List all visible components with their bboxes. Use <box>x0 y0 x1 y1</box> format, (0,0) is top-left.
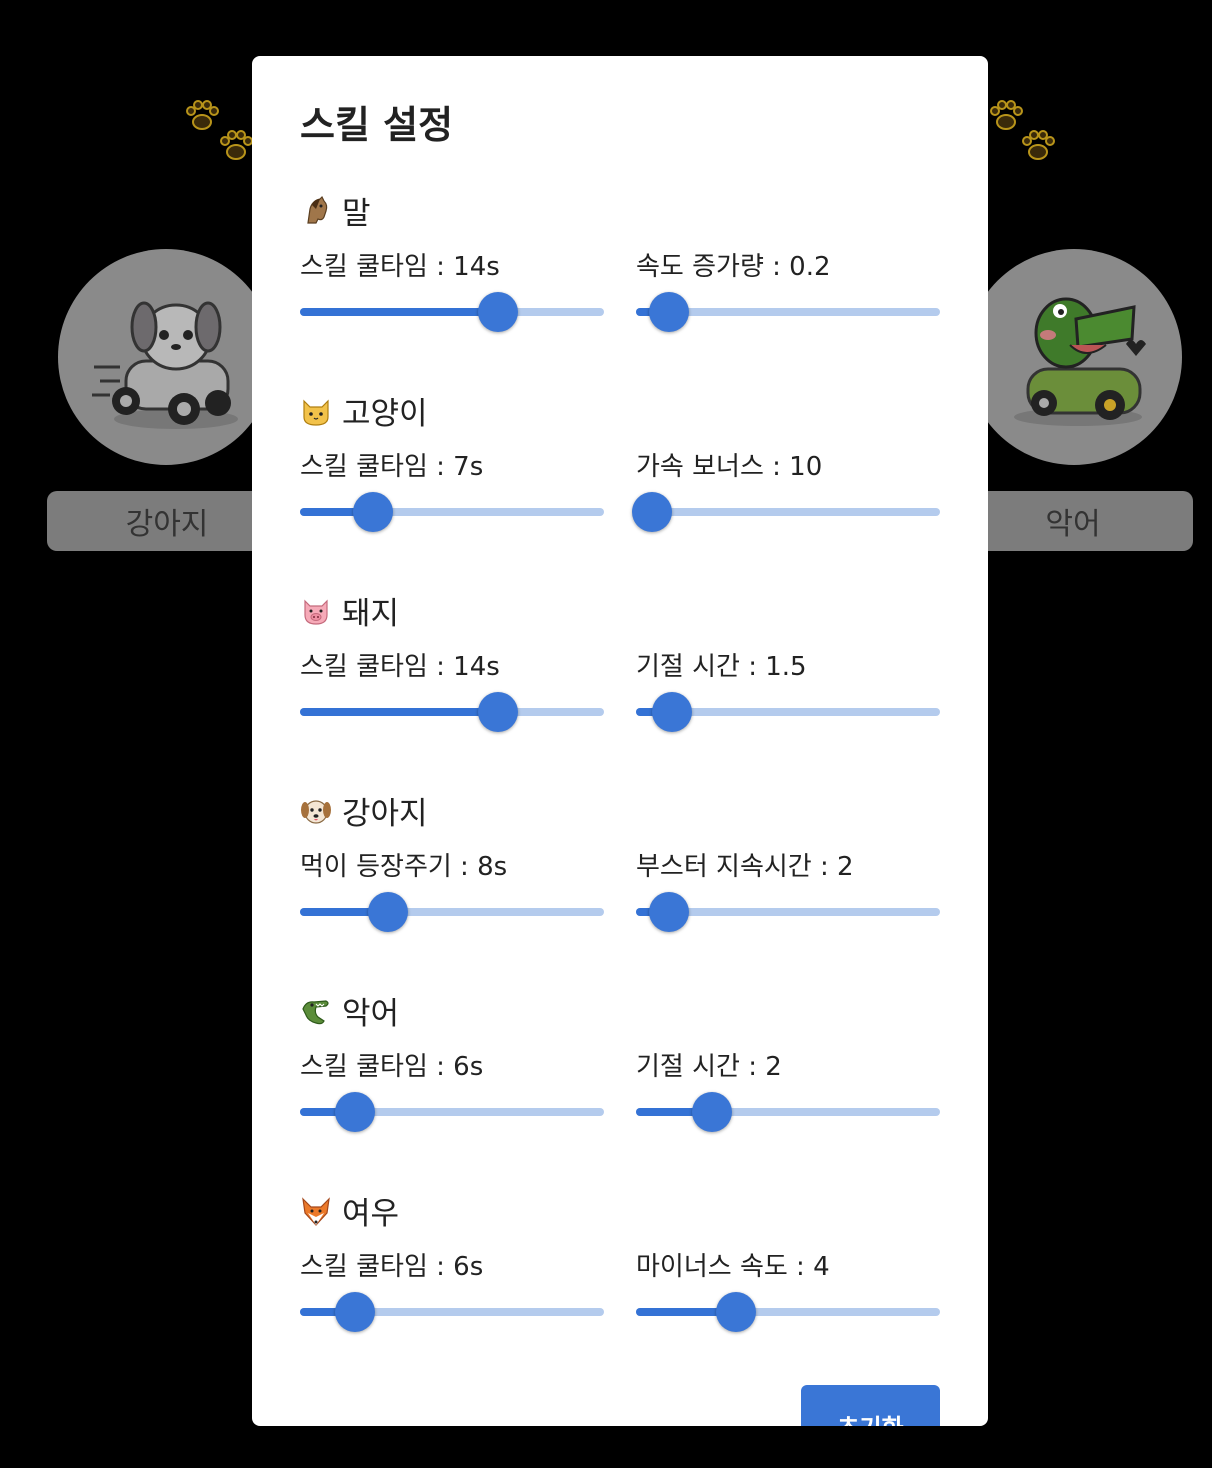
slider-label: 속도 증가량 : 0.2 <box>636 252 831 282</box>
slider-label: 스킬 쿨타임 : 7s <box>300 452 484 482</box>
section-dog: 강아지 먹이 등장주기 : 8s 부스터 지속시간 : 2 <box>300 788 940 988</box>
slider-fill <box>300 308 498 316</box>
slider-fill <box>300 708 498 716</box>
slider-thumb[interactable] <box>334 1292 375 1332</box>
slider-label: 마이너스 속도 : 4 <box>636 1252 830 1282</box>
paw-print-icon <box>220 130 253 160</box>
slider-track[interactable] <box>636 892 940 932</box>
slider-track[interactable] <box>300 1092 604 1132</box>
section-crocodile: 악어 스킬 쿨타임 : 6s 기절 시간 : 2 <box>300 988 940 1188</box>
paw-print-icon <box>1022 130 1055 160</box>
cat-face-icon <box>303 399 329 426</box>
pig-face-icon <box>304 599 328 625</box>
slider-pig-stun-time[interactable]: 기절 시간 : 1.5 <box>636 646 940 736</box>
character-label-dog[interactable]: 강아지 <box>47 491 287 551</box>
slider-thumb[interactable] <box>652 692 693 732</box>
slider-cat-cooldown[interactable]: 스킬 쿨타임 : 7s <box>300 446 604 536</box>
section-title: 말 <box>342 196 371 232</box>
crocodile-icon <box>302 999 329 1024</box>
slider-track[interactable] <box>636 692 940 732</box>
slider-thumb[interactable] <box>632 492 672 532</box>
reset-button[interactable]: 초기화 <box>801 1385 940 1426</box>
slider-thumb[interactable] <box>716 1292 757 1332</box>
modal-title: 스킬 설정 <box>300 103 454 147</box>
slider-label: 먹이 등장주기 : 8s <box>300 852 508 882</box>
section-title: 악어 <box>342 996 400 1032</box>
slider-fox-minus-speed[interactable]: 마이너스 속도 : 4 <box>636 1246 940 1336</box>
fox-face-icon <box>302 1196 330 1226</box>
section-title: 강아지 <box>342 796 428 832</box>
slider-thumb[interactable] <box>334 1092 375 1132</box>
slider-dog-food-interval[interactable]: 먹이 등장주기 : 8s <box>300 846 604 936</box>
section-title: 돼지 <box>342 596 400 632</box>
section-cat: 고양이 스킬 쿨타임 : 7s 가속 보너스 : 10 <box>300 388 940 588</box>
slider-track[interactable] <box>636 1092 940 1132</box>
section-title: 고양이 <box>342 396 428 432</box>
skill-settings-modal: 스킬 설정 말 스킬 쿨타임 : 14s 속도 증가량 : 0.2 고양이 스킬… <box>252 56 988 1426</box>
slider-thumb[interactable] <box>352 492 393 532</box>
slider-label: 스킬 쿨타임 : 14s <box>300 252 500 282</box>
section-header: 말 <box>300 188 371 233</box>
slider-track[interactable] <box>300 292 604 332</box>
slider-label: 기절 시간 : 2 <box>636 1052 782 1082</box>
dog-racer-icon <box>92 301 238 429</box>
slider-pig-cooldown[interactable]: 스킬 쿨타임 : 14s <box>300 646 604 736</box>
horse-face-icon <box>307 195 328 224</box>
slider-track[interactable] <box>300 1292 604 1332</box>
slider-crocodile-stun-time[interactable]: 기절 시간 : 2 <box>636 1046 940 1136</box>
slider-thumb[interactable] <box>368 892 409 932</box>
slider-track[interactable] <box>300 892 604 932</box>
section-header: 여우 <box>300 1188 399 1233</box>
slider-track[interactable] <box>300 492 604 532</box>
slider-label: 스킬 쿨타임 : 14s <box>300 652 500 682</box>
slider-label: 가속 보너스 : 10 <box>636 452 823 482</box>
section-header: 강아지 <box>300 788 428 833</box>
slider-track[interactable] <box>632 492 940 532</box>
section-horse: 말 스킬 쿨타임 : 14s 속도 증가량 : 0.2 <box>300 188 940 388</box>
slider-crocodile-cooldown[interactable]: 스킬 쿨타임 : 6s <box>300 1046 604 1136</box>
slider-label: 부스터 지속시간 : 2 <box>636 852 854 882</box>
slider-cat-acceleration-bonus[interactable]: 가속 보너스 : 10 <box>632 446 940 536</box>
slider-thumb[interactable] <box>649 892 690 932</box>
slider-fox-cooldown[interactable]: 스킬 쿨타임 : 6s <box>300 1246 604 1336</box>
dog-face-icon <box>301 799 331 824</box>
section-header: 악어 <box>300 988 399 1033</box>
crocodile-racer-icon <box>1014 297 1146 426</box>
slider-thumb[interactable] <box>649 292 690 332</box>
slider-track[interactable] <box>636 292 940 332</box>
slider-horse-cooldown[interactable]: 스킬 쿨타임 : 14s <box>300 246 604 336</box>
slider-thumb[interactable] <box>477 292 518 332</box>
slider-dog-booster-duration[interactable]: 부스터 지속시간 : 2 <box>636 846 940 936</box>
slider-label: 스킬 쿨타임 : 6s <box>300 1252 484 1282</box>
slider-label: 스킬 쿨타임 : 6s <box>300 1052 484 1082</box>
section-pig: 돼지 스킬 쿨타임 : 14s 기절 시간 : 1.5 <box>300 588 940 788</box>
section-fox: 여우 스킬 쿨타임 : 6s 마이너스 속도 : 4 <box>300 1188 940 1388</box>
character-label-crocodile[interactable]: 악어 <box>953 491 1193 551</box>
character-avatar-crocodile[interactable] <box>966 249 1182 465</box>
slider-track[interactable] <box>636 1292 940 1332</box>
slider-thumb[interactable] <box>477 692 518 732</box>
section-header: 고양이 <box>300 388 428 433</box>
slider-horse-speed-increase[interactable]: 속도 증가량 : 0.2 <box>636 246 940 336</box>
slider-label: 기절 시간 : 1.5 <box>636 652 807 682</box>
slider-thumb[interactable] <box>692 1092 732 1132</box>
slider-track[interactable] <box>300 692 604 732</box>
section-header: 돼지 <box>300 588 399 633</box>
section-title: 여우 <box>342 1196 400 1232</box>
character-avatar-dog[interactable] <box>58 249 274 465</box>
